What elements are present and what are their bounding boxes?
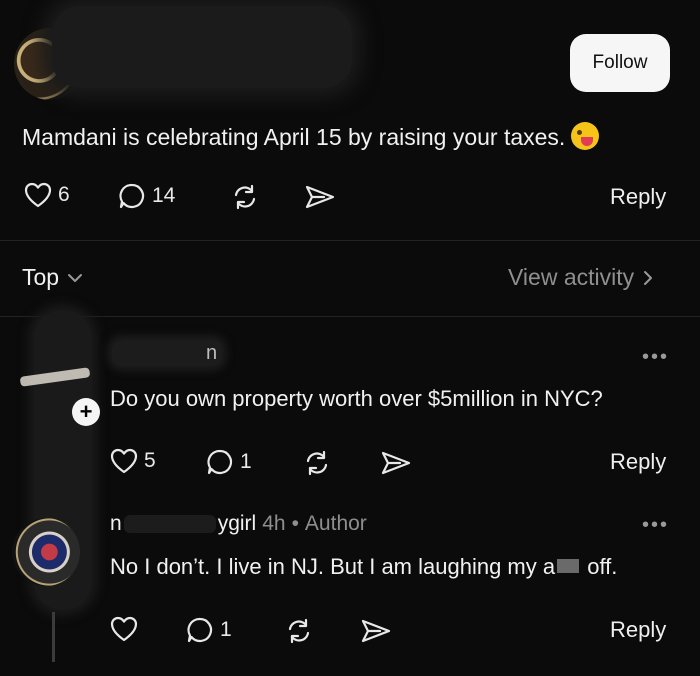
chevron-down-icon (67, 272, 83, 284)
reply-more-dots-icon[interactable]: ••• (642, 514, 669, 537)
comment-meta: n ygirl 4h • Author (110, 512, 367, 536)
sort-dropdown[interactable]: Top (22, 264, 83, 291)
thread-line (52, 612, 55, 662)
meta-separator: • (291, 512, 299, 535)
repost-icon (302, 449, 332, 477)
author-avatar[interactable] (12, 518, 80, 586)
heart-icon (110, 616, 138, 642)
redacted-username (52, 6, 352, 88)
censor-block (557, 559, 580, 573)
send-icon (304, 184, 336, 210)
comment-like-count: 5 (144, 449, 156, 472)
post-text: Mamdani is celebrating April 15 by raisi… (22, 122, 600, 151)
reply-text-after: off. (587, 554, 618, 579)
comment-share-button[interactable] (380, 450, 412, 476)
redacted-username-part (123, 515, 216, 534)
repost-icon (230, 183, 260, 211)
reply-text: No I don’t. I live in NJ. But I am laugh… (110, 554, 617, 580)
comment-more-dots-icon[interactable]: ••• (642, 346, 669, 369)
comment-comment-count: 1 (240, 450, 252, 473)
comment-username-fragment: n (206, 342, 218, 364)
comment-reply-count-button[interactable]: 1 (206, 448, 252, 476)
author-username[interactable]: n ygirl (110, 512, 256, 536)
send-icon (360, 618, 392, 644)
reply-repost-button[interactable] (284, 617, 314, 645)
send-icon (380, 450, 412, 476)
heart-icon (24, 182, 52, 208)
comment-bubble-icon (206, 448, 234, 476)
comment-like-button[interactable]: 5 (110, 448, 156, 474)
author-username-suffix: ygirl (217, 512, 257, 535)
sort-label: Top (22, 264, 60, 290)
repost-icon (284, 617, 314, 645)
winking-tongue-emoji-icon (571, 122, 600, 150)
follow-button[interactable]: Follow (570, 34, 670, 92)
post-like-count: 6 (58, 183, 70, 206)
post-comment-button[interactable]: 14 (118, 182, 175, 210)
author-badge: Author (304, 512, 367, 535)
post-repost-button[interactable] (230, 183, 260, 211)
comment-reply-link[interactable]: Reply (610, 449, 666, 475)
divider (0, 316, 700, 317)
reply-text-before: No I don’t. I live in NJ. But I am laugh… (110, 554, 556, 579)
author-username-prefix: n (110, 512, 122, 535)
divider (0, 240, 700, 241)
post-comment-count: 14 (152, 184, 176, 207)
view-activity-link[interactable]: View activity (508, 264, 654, 291)
view-activity-label: View activity (508, 264, 635, 290)
chevron-right-icon (642, 270, 654, 286)
post-body: Mamdani is celebrating April 15 by raisi… (22, 124, 566, 150)
reply-reply-link[interactable]: Reply (610, 617, 666, 643)
reply-comment-count: 1 (220, 618, 232, 641)
reply-comment-button[interactable]: 1 (186, 616, 232, 644)
post-share-button[interactable] (304, 184, 336, 210)
comment-bubble-icon (186, 616, 214, 644)
post-like-button[interactable]: 6 (24, 182, 70, 208)
reply-like-button[interactable] (110, 616, 138, 642)
heart-icon (110, 448, 138, 474)
comment-repost-button[interactable] (302, 449, 332, 477)
comment-bubble-icon (118, 182, 146, 210)
post-reply-link[interactable]: Reply (610, 184, 666, 210)
comment-timestamp: 4h (262, 512, 286, 535)
comment-text: Do you own property worth over $5million… (110, 386, 603, 411)
reply-share-button[interactable] (360, 618, 392, 644)
plus-icon[interactable]: + (72, 398, 100, 426)
